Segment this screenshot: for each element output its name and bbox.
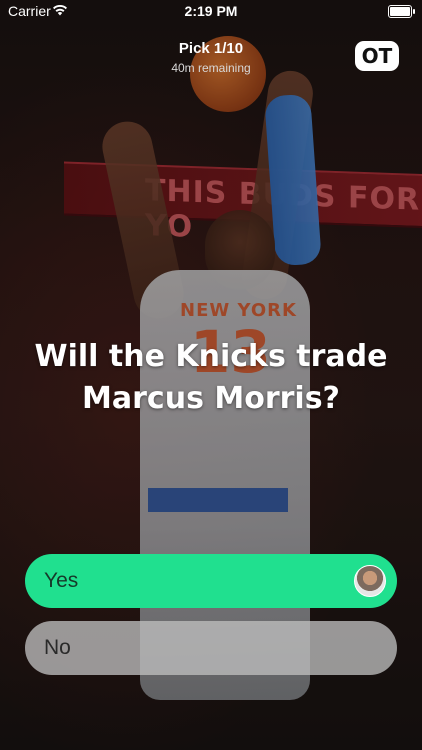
- answer-yes-button[interactable]: Yes: [25, 554, 397, 608]
- svg-text:OT: OT: [362, 44, 393, 68]
- avatar: [354, 565, 386, 597]
- answer-label: Yes: [44, 569, 79, 592]
- battery-icon: [388, 5, 415, 18]
- ot-logo-icon[interactable]: OT: [354, 40, 400, 72]
- answer-label: No: [44, 636, 71, 659]
- question-text: Will the Knicks trade Marcus Morris?: [34, 339, 388, 416]
- status-bar: Carrier 2:19 PM: [0, 0, 422, 24]
- clock: 2:19 PM: [184, 3, 238, 19]
- answer-no-button[interactable]: No: [25, 621, 397, 675]
